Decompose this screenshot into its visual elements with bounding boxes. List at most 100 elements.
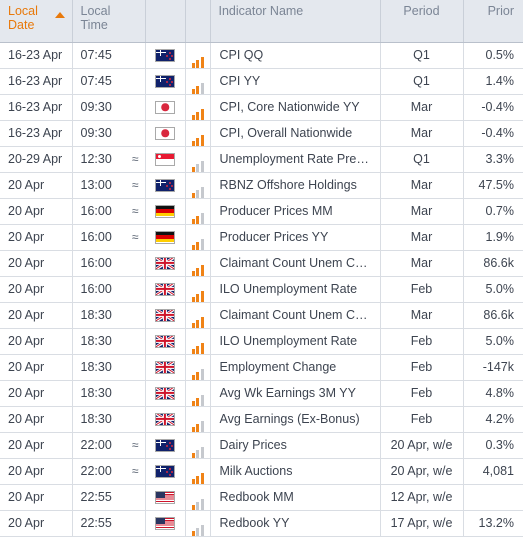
cell-importance[interactable] (185, 484, 211, 511)
cell-importance[interactable] (185, 68, 211, 95)
cell-importance[interactable] (185, 354, 211, 381)
cell-country-flag[interactable] (145, 120, 186, 147)
cell-indicator-name[interactable]: RBNZ Offshore Holdings (210, 172, 381, 199)
cell-importance[interactable] (185, 380, 211, 407)
importance-bar-1 (191, 296, 195, 301)
column-header-local-time[interactable]: Local Time (72, 0, 146, 43)
table-row[interactable]: 20 Apr 16:00 Claimant Count Unem C… Mar 86.6… (0, 250, 523, 277)
cell-indicator-name[interactable]: Dairy Prices (210, 432, 381, 459)
column-header-prior[interactable]: Prior (463, 0, 523, 43)
cell-indicator-name[interactable]: ILO Unemployment Rate (210, 276, 381, 303)
cell-importance[interactable] (185, 172, 211, 199)
table-row[interactable]: 20 Apr 18:30 Avg Earnings (Ex-Bonus) Feb 4.2… (0, 406, 523, 433)
table-row[interactable]: 20 Apr 18:30 ILO Unemployment Rate Feb 5.0% (0, 328, 523, 355)
column-header-importance[interactable] (185, 0, 211, 43)
table-row[interactable]: 20 Apr 18:30 Claimant Count Unem C… Mar 86.6… (0, 302, 523, 329)
cell-country-flag[interactable] (145, 172, 186, 199)
cell-country-flag[interactable] (145, 198, 186, 225)
cell-country-flag[interactable] (145, 458, 186, 485)
cell-indicator-name[interactable]: CPI, Overall Nationwide (210, 120, 381, 147)
cell-indicator-name[interactable]: Claimant Count Unem C… (210, 250, 381, 277)
cell-period: Q1 (380, 42, 464, 69)
table-row[interactable]: 20 Apr 22:55 Redbook MM 12 Apr, w/e (0, 484, 523, 511)
cell-indicator-name[interactable]: ILO Unemployment Rate (210, 328, 381, 355)
table-row[interactable]: 20 Apr 16:00 ≈ Producer Prices YY Mar 1.9% (0, 224, 523, 251)
cell-prior: 4,081 (463, 458, 523, 485)
cell-country-flag[interactable] (145, 276, 186, 303)
table-row[interactable]: 16-23 Apr 09:30 CPI, Core Nationwide YY Mar… (0, 94, 523, 121)
column-header-period[interactable]: Period (380, 0, 464, 43)
cell-importance[interactable] (185, 94, 211, 121)
cell-country-flag[interactable] (145, 250, 186, 277)
cell-local-date: 20 Apr (0, 302, 73, 329)
table-row[interactable]: 16-23 Apr 07:45 CPI YY Q1 1.4% (0, 68, 523, 95)
cell-indicator-name[interactable]: Employment Change (210, 354, 381, 381)
table-row[interactable]: 20 Apr 13:00 ≈ RBNZ Offshore Holdings Mar 47.… (0, 172, 523, 199)
cell-country-flag[interactable] (145, 354, 186, 381)
cell-local-time: 18:30 (72, 302, 146, 329)
cell-indicator-name[interactable]: CPI YY (210, 68, 381, 95)
table-row[interactable]: 20 Apr 22:00 ≈ Dairy Prices 20 Apr, w/e 0.3% (0, 432, 523, 459)
importance-bar-1 (191, 244, 195, 249)
column-header-local-date[interactable]: Local Date (0, 0, 73, 43)
cell-importance[interactable] (185, 432, 211, 459)
cell-country-flag[interactable] (145, 328, 186, 355)
cell-indicator-name[interactable]: Producer Prices MM (210, 198, 381, 225)
table-row[interactable]: 20 Apr 16:00 ≈ Producer Prices MM Mar 0.7% (0, 198, 523, 225)
cell-indicator-name[interactable]: Redbook MM (210, 484, 381, 511)
cell-indicator-name[interactable]: CPI, Core Nationwide YY (210, 94, 381, 121)
cell-local-time: 18:30 (72, 380, 146, 407)
cell-indicator-name[interactable]: Producer Prices YY (210, 224, 381, 251)
cell-indicator-name[interactable]: Avg Earnings (Ex-Bonus) (210, 406, 381, 433)
sort-ascending-icon[interactable] (54, 12, 65, 18)
table-row[interactable]: 20 Apr 16:00 ILO Unemployment Rate Feb 5.0% (0, 276, 523, 303)
cell-importance[interactable] (185, 510, 211, 537)
cell-importance[interactable] (185, 198, 211, 225)
cell-local-date: 20-29 Apr (0, 146, 73, 173)
cell-importance[interactable] (185, 250, 211, 277)
cell-importance[interactable] (185, 146, 211, 173)
cell-country-flag[interactable] (145, 68, 186, 95)
cell-period: Mar (380, 250, 464, 277)
cell-importance[interactable] (185, 42, 211, 69)
cell-importance[interactable] (185, 120, 211, 147)
cell-country-flag[interactable] (145, 432, 186, 459)
cell-indicator-name[interactable]: Milk Auctions (210, 458, 381, 485)
cell-importance[interactable] (185, 406, 211, 433)
cell-country-flag[interactable] (145, 484, 186, 511)
table-row[interactable]: 20 Apr 22:55 Redbook YY 17 Apr, w/e 13.2% (0, 510, 523, 537)
table-row[interactable]: 16-23 Apr 09:30 CPI, Overall Nationwide Mar… (0, 120, 523, 147)
cell-country-flag[interactable] (145, 406, 186, 433)
importance-bar-2 (196, 215, 199, 223)
cell-indicator-name[interactable]: Unemployment Rate Prel… (210, 146, 381, 173)
cell-country-flag[interactable] (145, 94, 186, 121)
cell-local-time: 07:45 (72, 42, 146, 69)
cell-indicator-name[interactable]: Redbook YY (210, 510, 381, 537)
cell-importance[interactable] (185, 276, 211, 303)
cell-importance[interactable] (185, 328, 211, 355)
table-row[interactable]: 20-29 Apr 12:30 ≈ Unemployment Rate Prel… Q1… (0, 146, 523, 173)
cell-country-flag[interactable] (145, 302, 186, 329)
cell-indicator-name[interactable]: Avg Wk Earnings 3M YY (210, 380, 381, 407)
column-header-country[interactable] (145, 0, 186, 43)
table-row[interactable]: 16-23 Apr 07:45 CPI QQ Q1 0.5% (0, 42, 523, 69)
cell-importance[interactable] (185, 458, 211, 485)
cell-indicator-name[interactable]: CPI QQ (210, 42, 381, 69)
table-row[interactable]: 20 Apr 18:30 Avg Wk Earnings 3M YY Feb 4.8% (0, 380, 523, 407)
importance-bar-2 (196, 527, 199, 535)
table-row[interactable]: 20 Apr 18:30 Employment Change Feb -147k (0, 354, 523, 381)
cell-importance[interactable] (185, 302, 211, 329)
table-row[interactable]: 20 Apr 22:00 ≈ Milk Auctions 20 Apr, w/e 4,08… (0, 458, 523, 485)
cell-country-flag[interactable] (145, 42, 186, 69)
local-time-value: 09:30 (80, 100, 112, 114)
cell-country-flag[interactable] (145, 510, 186, 537)
cell-country-flag[interactable] (145, 146, 186, 173)
column-header-indicator-name[interactable]: Indicator Name (210, 0, 381, 43)
cell-importance[interactable] (185, 224, 211, 251)
cell-country-flag[interactable] (145, 224, 186, 251)
local-time-value: 22:00 (80, 438, 112, 452)
cell-country-flag[interactable] (145, 380, 186, 407)
cell-indicator-name[interactable]: Claimant Count Unem C… (210, 302, 381, 329)
cell-prior: 4.2% (463, 406, 523, 433)
importance-bar-2 (196, 345, 199, 353)
